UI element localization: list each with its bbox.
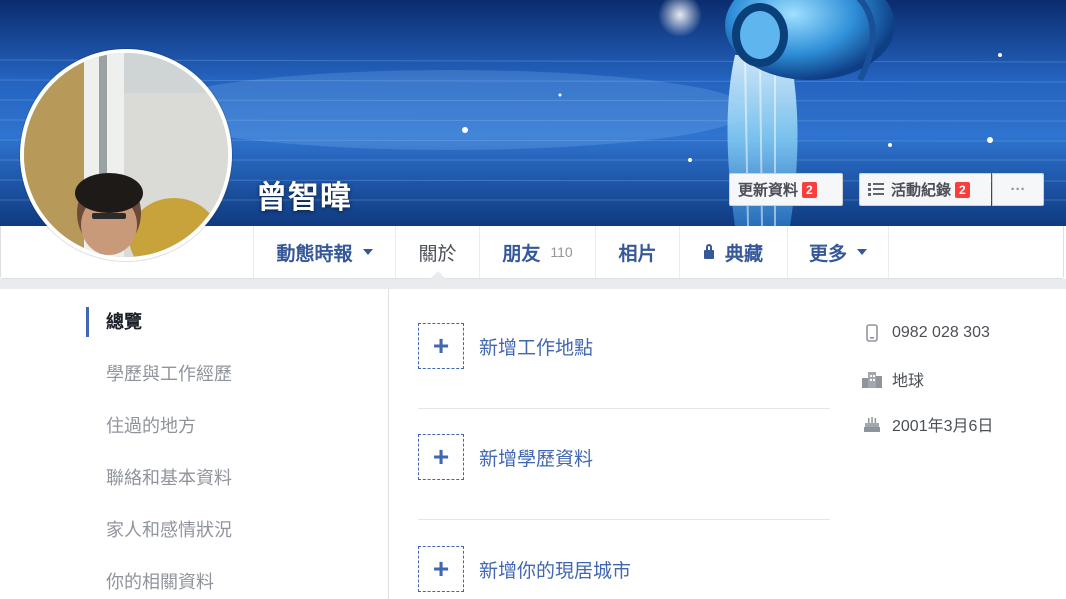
activity-log-button[interactable]: 活動紀錄 2 xyxy=(859,173,991,206)
section-separator xyxy=(0,279,1066,289)
add-education-label: 新增學歷資料 xyxy=(479,448,594,470)
info-birthday: 2001年3月6日 xyxy=(862,413,993,435)
birthday-text: 2001年3月6日 xyxy=(892,418,994,435)
info-location: 地球 xyxy=(862,368,924,390)
plus-icon: + xyxy=(418,434,464,480)
profile-picture[interactable] xyxy=(20,49,232,261)
more-options-button[interactable]: ··· xyxy=(992,173,1044,206)
profile-name[interactable]: 曾智暐 xyxy=(256,172,352,217)
activity-log-label: 活動紀錄 xyxy=(891,182,952,199)
sidebar-item-places-lived[interactable]: 住過的地方 xyxy=(86,411,196,441)
row-divider xyxy=(418,519,830,520)
sidebar-item-contact-info[interactable]: 聯絡和基本資料 xyxy=(86,463,232,493)
tab-photos-label: 相片 xyxy=(618,243,657,265)
add-current-city-row[interactable]: + 新增你的現居城市 xyxy=(418,546,830,592)
add-workplace-label: 新增工作地點 xyxy=(479,337,594,359)
tab-photos[interactable]: 相片 xyxy=(595,226,679,278)
tab-timeline-label: 動態時報 xyxy=(276,243,353,265)
phone-number: 0982 028 303 xyxy=(892,324,990,341)
city-icon xyxy=(862,369,882,389)
sidebar-divider xyxy=(388,289,389,599)
update-info-badge: 2 xyxy=(802,181,817,198)
add-current-city-label: 新增你的現居城市 xyxy=(479,560,632,582)
chevron-down-icon xyxy=(857,249,867,255)
add-education-row[interactable]: + 新增學歷資料 xyxy=(418,434,830,480)
update-info-label: 更新資料 xyxy=(738,182,799,199)
sidebar-item-family-relationships[interactable]: 家人和感情狀況 xyxy=(86,515,232,545)
tab-timeline[interactable]: 動態時報 xyxy=(253,226,395,278)
location-text: 地球 xyxy=(892,373,925,390)
tab-friends-label: 朋友 xyxy=(502,243,541,265)
birthday-cake-icon xyxy=(862,414,882,434)
add-workplace-row[interactable]: + 新增工作地點 xyxy=(418,323,830,369)
tab-friends[interactable]: 朋友 110 xyxy=(479,226,595,278)
sidebar-item-overview[interactable]: 總覽 xyxy=(86,307,142,337)
friends-count: 110 xyxy=(550,244,573,260)
phone-icon xyxy=(862,323,882,343)
tab-archive[interactable]: 典藏 xyxy=(679,226,787,278)
activity-log-badge: 2 xyxy=(955,181,970,198)
sidebar-item-education-work[interactable]: 學歷與工作經歷 xyxy=(86,359,232,389)
info-phone: 0982 028 303 xyxy=(862,322,990,344)
tab-more[interactable]: 更多 xyxy=(787,226,889,278)
plus-icon: + xyxy=(418,546,464,592)
avatar-photo xyxy=(24,53,228,257)
avatar-image xyxy=(24,53,228,257)
lock-icon xyxy=(703,243,714,259)
list-icon xyxy=(868,182,884,197)
tab-more-label: 更多 xyxy=(808,243,847,265)
chevron-down-icon xyxy=(362,249,373,255)
row-divider xyxy=(418,408,830,409)
sidebar-item-details-about-you[interactable]: 你的相關資料 xyxy=(86,567,214,597)
tab-about-label: 關於 xyxy=(418,243,457,265)
about-sidebar: 總覽 學歷與工作經歷 住過的地方 聯絡和基本資料 家人和感情狀況 你的相關資料 xyxy=(86,289,388,599)
more-dots-icon: ··· xyxy=(1010,181,1026,198)
tab-archive-label: 典藏 xyxy=(724,243,763,265)
tab-about[interactable]: 關於 xyxy=(395,226,479,279)
plus-icon: + xyxy=(418,323,464,369)
update-info-button[interactable]: 更新資料 2 xyxy=(729,173,843,206)
